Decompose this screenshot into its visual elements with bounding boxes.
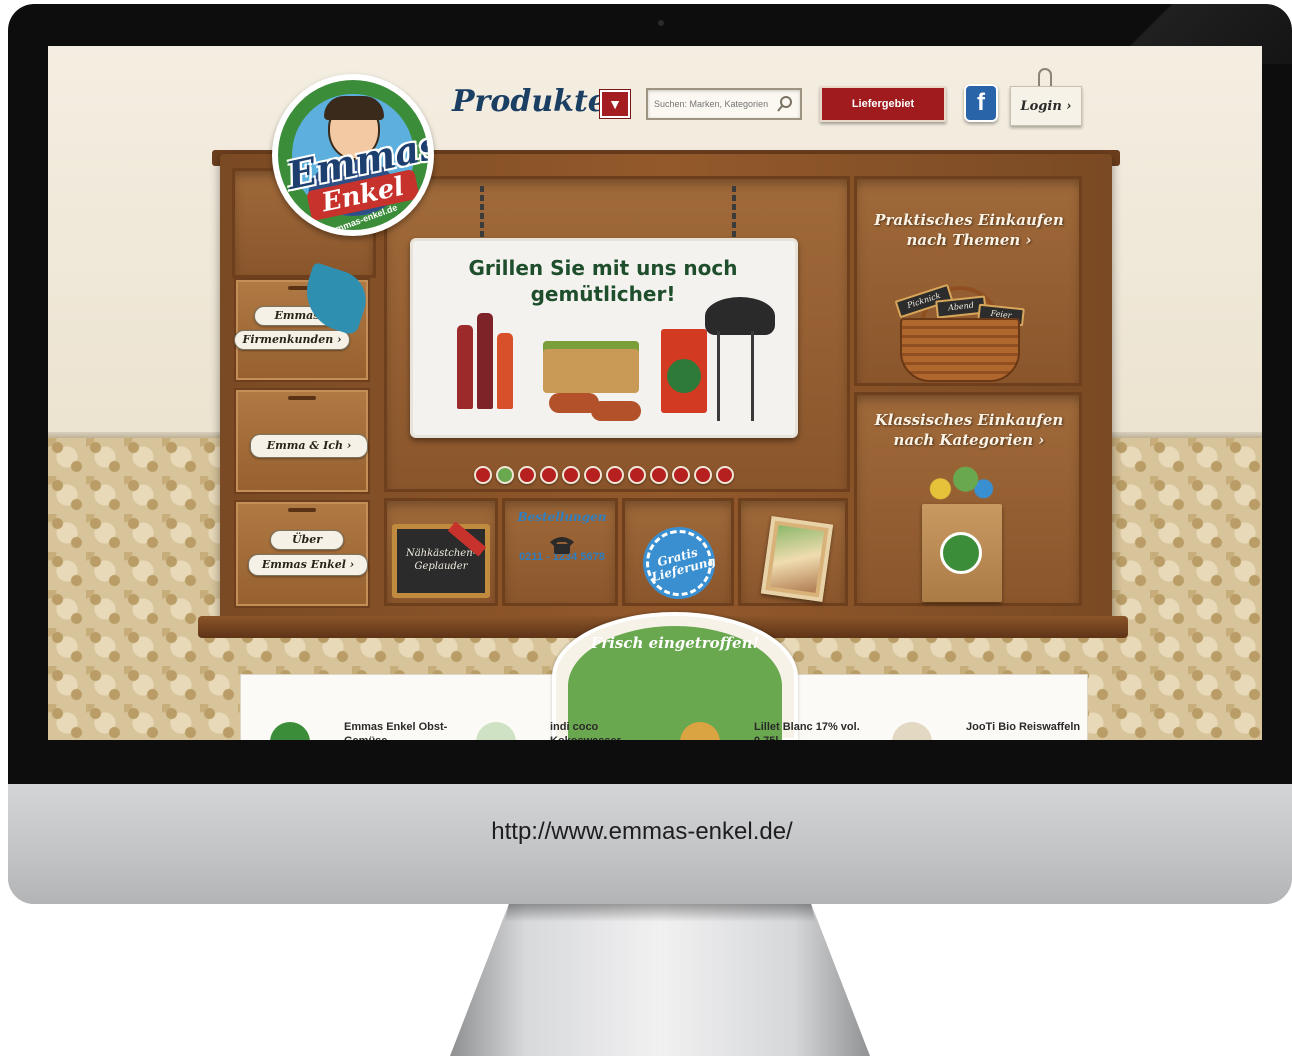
drawer-label-emmas-enkel[interactable]: Emmas Enkel › <box>248 554 368 576</box>
frisch-eingetroffen-title: Frisch eingetroffen! <box>590 634 760 652</box>
slideshow-dot[interactable] <box>540 466 558 484</box>
emmas-enkel-logo[interactable]: Emmas Enkel emmas-enkel.de <box>272 74 434 236</box>
slideshow-dot[interactable] <box>606 466 624 484</box>
camera-icon <box>658 20 664 26</box>
login-hanger-hook <box>1038 68 1052 88</box>
product-name: Lillet Blanc 17% vol. 0,75l <box>754 721 860 740</box>
charcoal-bag-label <box>667 359 701 393</box>
slideshow-dot[interactable] <box>694 466 712 484</box>
slideshow-dot[interactable] <box>672 466 690 484</box>
search-input[interactable] <box>654 94 776 114</box>
slide-headline: Grillen Sie mit uns noch gemütlicher! <box>468 256 738 306</box>
product-thumbnail <box>270 722 310 740</box>
product-thumbnail <box>892 722 932 740</box>
monitor-stand-shadow <box>504 904 816 922</box>
product-item[interactable]: indi coco Kokoswasser <box>476 720 676 740</box>
bag-produce <box>926 460 998 508</box>
drawer-handle <box>288 396 316 400</box>
slideshow-dot[interactable] <box>562 466 580 484</box>
slideshow-dots <box>474 466 734 486</box>
produkte-dropdown-button[interactable]: ▼ <box>600 90 630 118</box>
grill-leg <box>751 331 754 421</box>
slide-chain-right <box>732 186 736 242</box>
vegetable-basket <box>543 341 639 393</box>
slideshow-dot[interactable] <box>650 466 668 484</box>
product-item[interactable]: Emmas Enkel Obst-Gemüse <box>270 720 470 740</box>
slideshow-dot[interactable] <box>474 466 492 484</box>
search-icon[interactable] <box>776 95 794 113</box>
charcoal-bag <box>661 329 707 413</box>
product-name: indi coco Kokoswasser <box>550 721 621 740</box>
kategorien-link[interactable]: Klassisches Einkaufen nach Kategorien › <box>874 410 1064 450</box>
slideshow-dot[interactable] <box>628 466 646 484</box>
slideshow-dot[interactable] <box>496 466 514 484</box>
drawer-label-firmenkunden[interactable]: Firmenkunden › <box>234 330 350 350</box>
bag-logo-icon <box>940 532 982 574</box>
drawer-label-ueber[interactable]: Über <box>270 530 344 550</box>
liefergebiet-button[interactable]: Liefergebiet <box>820 86 946 122</box>
bestellungen-card[interactable]: Bestellungen 0211 - 1234 5678 <box>514 510 610 606</box>
product-name: Emmas Enkel Obst-Gemüse <box>344 721 448 740</box>
bestellungen-title: Bestellungen <box>517 510 607 524</box>
search-box[interactable] <box>646 88 802 120</box>
kettle-grill <box>705 297 775 335</box>
telephone-icon <box>550 537 574 554</box>
themen-link[interactable]: Praktisches Einkaufen nach Themen › <box>874 210 1064 250</box>
slide-chain-left <box>480 186 484 242</box>
sauce-bottle <box>457 325 473 409</box>
chevron-down-icon: ▼ <box>608 96 622 112</box>
slideshow-dot[interactable] <box>518 466 536 484</box>
product-name: JooTi Bio Reiswaffeln <box>966 721 1081 733</box>
website-screen: Emmas Firmenkunden › Emma & Ich › Über E… <box>48 46 1262 740</box>
wicker-basket <box>900 318 1020 382</box>
facebook-icon[interactable]: f <box>964 84 998 122</box>
product-thumbnail <box>680 722 720 740</box>
drawer-label-emma-ich[interactable]: Emma & Ich › <box>250 434 368 458</box>
slideshow-banner[interactable]: Grillen Sie mit uns noch gemütlicher! <box>410 238 798 438</box>
monitor-stand <box>450 904 870 1056</box>
product-item[interactable]: JooTi Bio Reiswaffeln <box>892 720 1092 740</box>
sauce-bottle <box>477 313 493 409</box>
shopping-bag <box>922 504 1002 602</box>
sausage <box>591 401 641 421</box>
logo-hair <box>324 96 384 120</box>
framed-photo[interactable] <box>760 516 834 602</box>
monitor-caption-url: http://www.emmas-enkel.de/ <box>491 818 793 845</box>
slideshow-dot[interactable] <box>716 466 734 484</box>
photo-image <box>769 525 825 593</box>
drawer-handle <box>288 508 316 512</box>
product-thumbnail <box>476 722 516 740</box>
login-button[interactable]: Login › <box>1010 86 1082 126</box>
sauce-bottle <box>497 333 513 409</box>
produkte-menu-label[interactable]: Produkte <box>452 84 607 119</box>
grill-leg <box>717 331 720 421</box>
naehkaestchen-board[interactable]: Nähkästchen-Geplauder <box>392 521 490 598</box>
slideshow-dot[interactable] <box>584 466 602 484</box>
product-item[interactable]: Lillet Blanc 17% vol. 0,75l <box>680 720 880 740</box>
